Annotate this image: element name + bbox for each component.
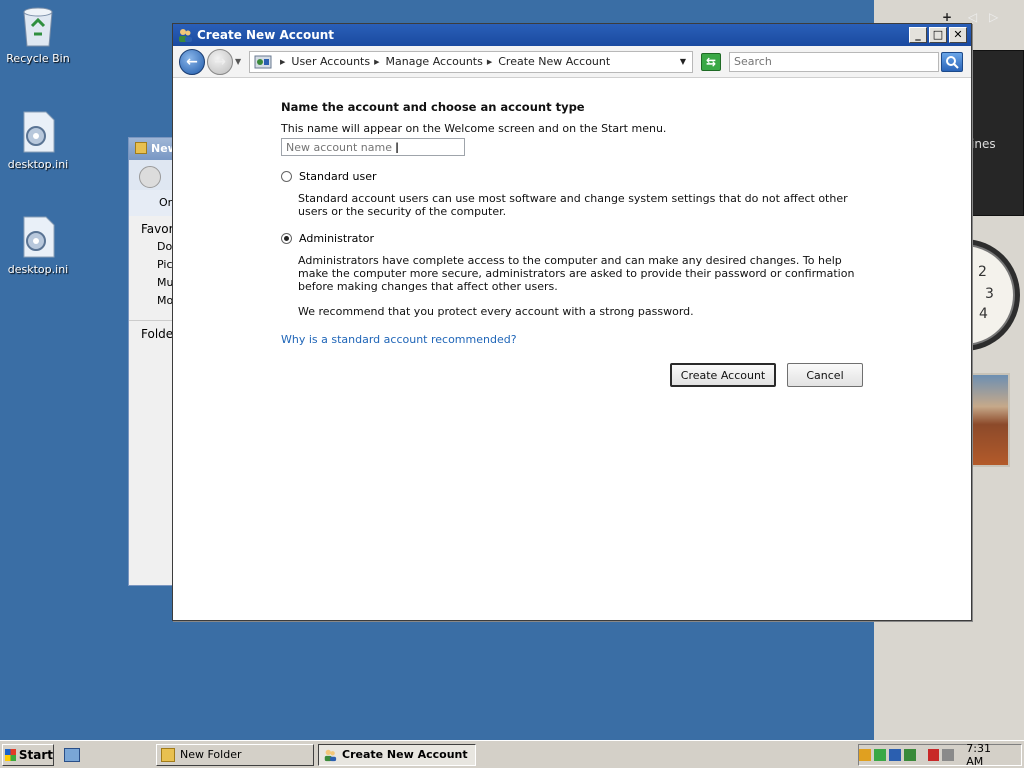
close-button[interactable]: ✕ <box>949 27 967 43</box>
window-titlebar[interactable]: Create New Account _ □ ✕ <box>173 24 971 46</box>
taskbar-item-label: New Folder <box>180 748 242 761</box>
password-recommendation: We recommend that you protect every acco… <box>298 305 694 318</box>
start-button[interactable]: Start <box>2 743 54 766</box>
why-standard-account-link[interactable]: Why is a standard account recommended? <box>281 333 861 346</box>
taskbar: Start New Folder Create New Account 7:31… <box>0 740 1024 768</box>
breadcrumb-separator-icon[interactable]: ▶ <box>374 58 379 66</box>
administrator-description: Administrators have complete access to t… <box>298 254 855 293</box>
windows-logo-icon <box>5 748 16 761</box>
breadcrumb-create-new-account[interactable]: Create New Account <box>498 55 610 68</box>
sidebar-controls[interactable]: + ◁ ▷ <box>942 10 998 24</box>
show-desktop-icon[interactable] <box>64 747 80 762</box>
users-icon <box>324 749 337 761</box>
administrator-label[interactable]: Administrator <box>299 232 374 245</box>
create-new-account-window[interactable]: Create New Account _ □ ✕ ← → ▼ ▶ User Ac… <box>172 23 972 621</box>
breadcrumb-manage-accounts[interactable]: Manage Accounts <box>386 55 483 68</box>
organize-menu[interactable]: Or <box>159 196 172 209</box>
desktop-icon-label: desktop.ini <box>7 158 69 171</box>
security-shield-icon[interactable] <box>859 748 871 761</box>
taskbar-clock[interactable]: 7:31 AM <box>966 742 1011 768</box>
next-icon[interactable]: ▷ <box>989 10 998 24</box>
standard-user-option[interactable]: Standard user <box>281 170 861 183</box>
forward-button[interactable]: → <box>207 48 233 75</box>
account-name-input[interactable] <box>281 138 465 156</box>
desktop-icon-desktop-ini-2[interactable]: desktop.ini <box>0 215 78 276</box>
window-title: Create New Account <box>197 28 335 42</box>
desktop-icon-label: desktop.ini <box>7 263 69 276</box>
folder-icon <box>161 747 175 762</box>
feed-gadget-text: ines <box>971 137 996 151</box>
back-arrow-icon: ← <box>186 53 198 70</box>
system-tray: 7:31 AM <box>858 742 1022 768</box>
navigation-bar: ← → ▼ ▶ User Accounts ▶ Manage Accounts … <box>173 46 971 78</box>
create-account-button[interactable]: Create Account <box>670 363 776 387</box>
account-form: Name the account and choose an account t… <box>281 100 861 346</box>
network-error-icon[interactable] <box>927 748 940 761</box>
breadcrumb-user-accounts[interactable]: User Accounts <box>291 55 370 68</box>
settings-file-icon <box>18 215 58 259</box>
address-dropdown-icon[interactable]: ▼ <box>680 57 686 66</box>
address-bar[interactable]: ▶ User Accounts ▶ Manage Accounts ▶ Crea… <box>249 50 693 73</box>
breadcrumb-separator-icon[interactable]: ▶ <box>487 58 492 66</box>
feed-gadget[interactable]: ines <box>970 50 1024 216</box>
volume-muted-icon[interactable] <box>942 748 955 761</box>
forward-arrow-icon: → <box>214 53 226 70</box>
refresh-button[interactable]: ⇆ <box>701 52 721 71</box>
minimize-button[interactable]: _ <box>909 27 927 43</box>
administrator-radio[interactable] <box>281 233 292 244</box>
administrator-option[interactable]: Administrator <box>281 232 861 245</box>
recent-pages-dropdown-icon[interactable]: ▼ <box>235 57 245 66</box>
power-icon[interactable] <box>903 748 916 761</box>
taskbar-item-label: Create New Account <box>342 748 468 761</box>
desktop-icon-label: Recycle Bin <box>6 52 70 65</box>
search-icon <box>946 55 959 69</box>
slideshow-gadget[interactable] <box>970 373 1010 467</box>
search-input[interactable] <box>729 51 939 72</box>
add-gadget-icon[interactable]: + <box>942 10 952 24</box>
desktop-icon-recycle-bin[interactable]: Recycle Bin <box>0 4 78 65</box>
taskbar-item-create-new-account[interactable]: Create New Account <box>318 743 476 766</box>
network-icon[interactable] <box>873 748 886 761</box>
maximize-button[interactable]: □ <box>929 27 947 43</box>
clock-number: 4 <box>979 306 988 322</box>
page-heading: Name the account and choose an account t… <box>281 100 585 114</box>
folder-icon <box>135 142 147 154</box>
back-icon[interactable] <box>139 166 161 188</box>
clock-gadget[interactable]: 2 3 4 <box>970 236 1024 354</box>
updates-icon[interactable] <box>888 748 901 761</box>
text-cursor-icon: I <box>395 141 400 157</box>
desktop-icon-desktop-ini-1[interactable]: desktop.ini <box>0 110 78 171</box>
start-label: Start <box>18 747 53 762</box>
settings-file-icon <box>18 110 58 154</box>
search-button[interactable] <box>941 51 963 72</box>
standard-user-description: Standard account users can use most soft… <box>298 192 848 218</box>
standard-user-radio[interactable] <box>281 171 292 182</box>
breadcrumb-separator-icon[interactable]: ▶ <box>280 58 285 66</box>
back-button[interactable]: ← <box>179 48 205 75</box>
recycle-bin-icon <box>18 4 58 48</box>
clock-number: 3 <box>985 286 994 302</box>
refresh-icon: ⇆ <box>705 54 717 69</box>
clock-number: 2 <box>978 264 987 280</box>
name-helper-text: This name will appear on the Welcome scr… <box>281 122 667 135</box>
taskbar-item-new-folder[interactable]: New Folder <box>156 743 314 766</box>
cancel-button[interactable]: Cancel <box>787 363 863 387</box>
control-panel-icon <box>254 55 272 68</box>
previous-icon[interactable]: ◁ <box>968 10 977 24</box>
users-icon <box>179 29 192 42</box>
standard-user-label[interactable]: Standard user <box>299 170 377 183</box>
